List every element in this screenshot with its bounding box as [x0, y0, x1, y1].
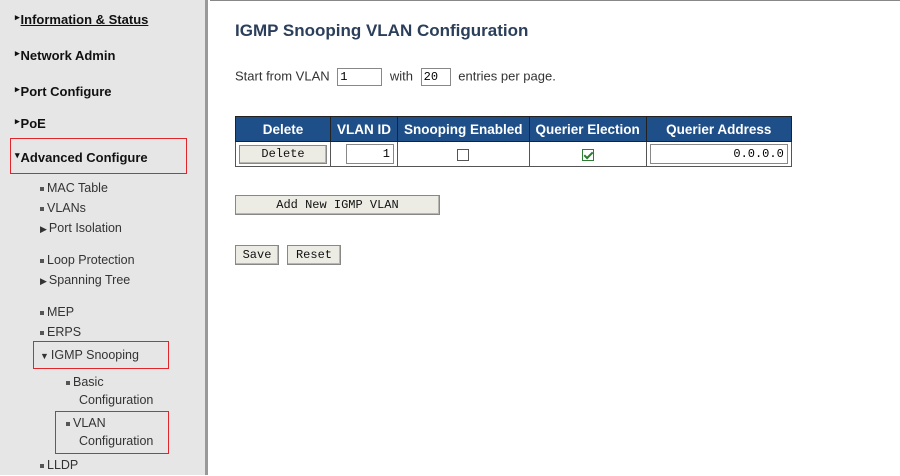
nav-mac-table[interactable]: MAC Table [40, 178, 108, 198]
paging-middle: with [389, 68, 414, 84]
querier-election-checkbox[interactable] [581, 148, 594, 161]
querier-address-field[interactable] [649, 144, 788, 164]
nav-label: MEP [47, 305, 75, 319]
nav-label: Network Admin [20, 48, 116, 63]
bullet-icon [40, 186, 44, 191]
cell-snooping-enabled [397, 141, 530, 167]
caret-down-icon: ▾ [15, 150, 20, 160]
add-new-igmp-vlan-button[interactable]: Add New IGMP VLAN [235, 195, 440, 215]
col-header-delete: Delete [235, 116, 331, 142]
save-button[interactable]: Save [235, 245, 279, 265]
nav-lldp[interactable]: LLDP [40, 455, 78, 475]
vlan-id-field[interactable] [346, 144, 394, 164]
cell-vlan-id [330, 141, 398, 167]
cell-querier-election [528, 141, 647, 167]
bullet-icon [40, 310, 44, 315]
paging-controls: Start from VLAN with entries per page. [235, 68, 556, 86]
start-vlan-input[interactable] [337, 68, 383, 86]
bullet-icon [40, 206, 44, 211]
sidebar-nav: ▸Information & Status ▸Network Admin ▸Po… [0, 0, 208, 475]
nav-network-admin[interactable]: ▸Network Admin [15, 48, 115, 63]
nav-label: Spanning Tree [48, 273, 131, 287]
caret-right-icon: ▸ [15, 48, 20, 58]
nav-label: Port Isolation [48, 221, 122, 235]
nav-label: Loop Protection [47, 253, 135, 267]
caret-right-icon: ▶ [40, 224, 47, 234]
paging-prefix: Start from VLAN [235, 68, 330, 84]
caret-right-icon: ▸ [15, 84, 20, 94]
nav-label: Advanced Configure [20, 150, 148, 165]
nav-vlan-configuration[interactable]: VLAN Configuration [66, 414, 153, 450]
cell-querier-address [645, 141, 792, 167]
nav-label: Basic [73, 375, 104, 389]
nav-label: PoE [20, 116, 46, 131]
nav-vlans[interactable]: VLANs [40, 198, 86, 218]
snooping-enabled-checkbox[interactable] [457, 148, 470, 161]
caret-right-icon: ▸ [15, 12, 20, 22]
igmp-vlan-table: Delete VLAN ID Snooping Enabled Querier … [235, 116, 792, 167]
nav-label: MAC Table [47, 181, 108, 195]
nav-erps[interactable]: ERPS [40, 322, 81, 342]
reset-button[interactable]: Reset [287, 245, 341, 265]
nav-igmp-snooping[interactable]: ▼ IGMP Snooping [40, 345, 139, 366]
col-header-vlan-id: VLAN ID [330, 116, 398, 142]
nav-basic-configuration[interactable]: Basic Configuration [66, 373, 153, 409]
nav-label: Configuration [79, 393, 154, 407]
col-header-snooping-enabled: Snooping Enabled [397, 116, 530, 142]
nav-label: IGMP Snooping [50, 348, 139, 362]
nav-label: Port Configure [20, 84, 112, 99]
col-header-querier-election: Querier Election [528, 116, 647, 142]
bullet-icon [40, 330, 44, 335]
table-row: Delete [235, 141, 792, 167]
nav-advanced-configure[interactable]: ▾Advanced Configure [15, 150, 148, 165]
bullet-icon [66, 380, 70, 385]
delete-row-button[interactable]: Delete [239, 144, 327, 164]
bullet-icon [66, 421, 70, 426]
nav-information-status[interactable]: ▸Information & Status [15, 12, 148, 27]
paging-suffix: entries per page. [458, 68, 556, 84]
cell-delete: Delete [235, 141, 331, 167]
nav-label: VLAN [73, 416, 106, 430]
entries-per-page-input[interactable] [420, 68, 451, 86]
bullet-icon [40, 463, 44, 468]
nav-mep[interactable]: MEP [40, 302, 74, 322]
nav-poe[interactable]: ▸PoE [15, 116, 46, 131]
caret-right-icon: ▸ [15, 116, 20, 126]
nav-label: LLDP [47, 458, 79, 472]
main-content: IGMP Snooping VLAN Configuration Start f… [210, 0, 900, 476]
page-title: IGMP Snooping VLAN Configuration [235, 21, 529, 40]
caret-down-icon: ▼ [40, 351, 49, 361]
nav-loop-protection[interactable]: Loop Protection [40, 250, 135, 270]
table-header-row: Delete VLAN ID Snooping Enabled Querier … [235, 116, 792, 142]
nav-label: VLANs [47, 201, 86, 215]
nav-port-isolation[interactable]: ▶ Port Isolation [40, 218, 122, 239]
col-header-querier-address: Querier Address [645, 116, 792, 142]
caret-right-icon: ▶ [40, 276, 47, 286]
nav-port-configure[interactable]: ▸Port Configure [15, 84, 112, 99]
bullet-icon [40, 258, 44, 263]
nav-label: Information & Status [20, 12, 149, 27]
nav-spanning-tree[interactable]: ▶ Spanning Tree [40, 270, 130, 291]
nav-label: Configuration [79, 434, 154, 448]
nav-label: ERPS [47, 325, 82, 339]
